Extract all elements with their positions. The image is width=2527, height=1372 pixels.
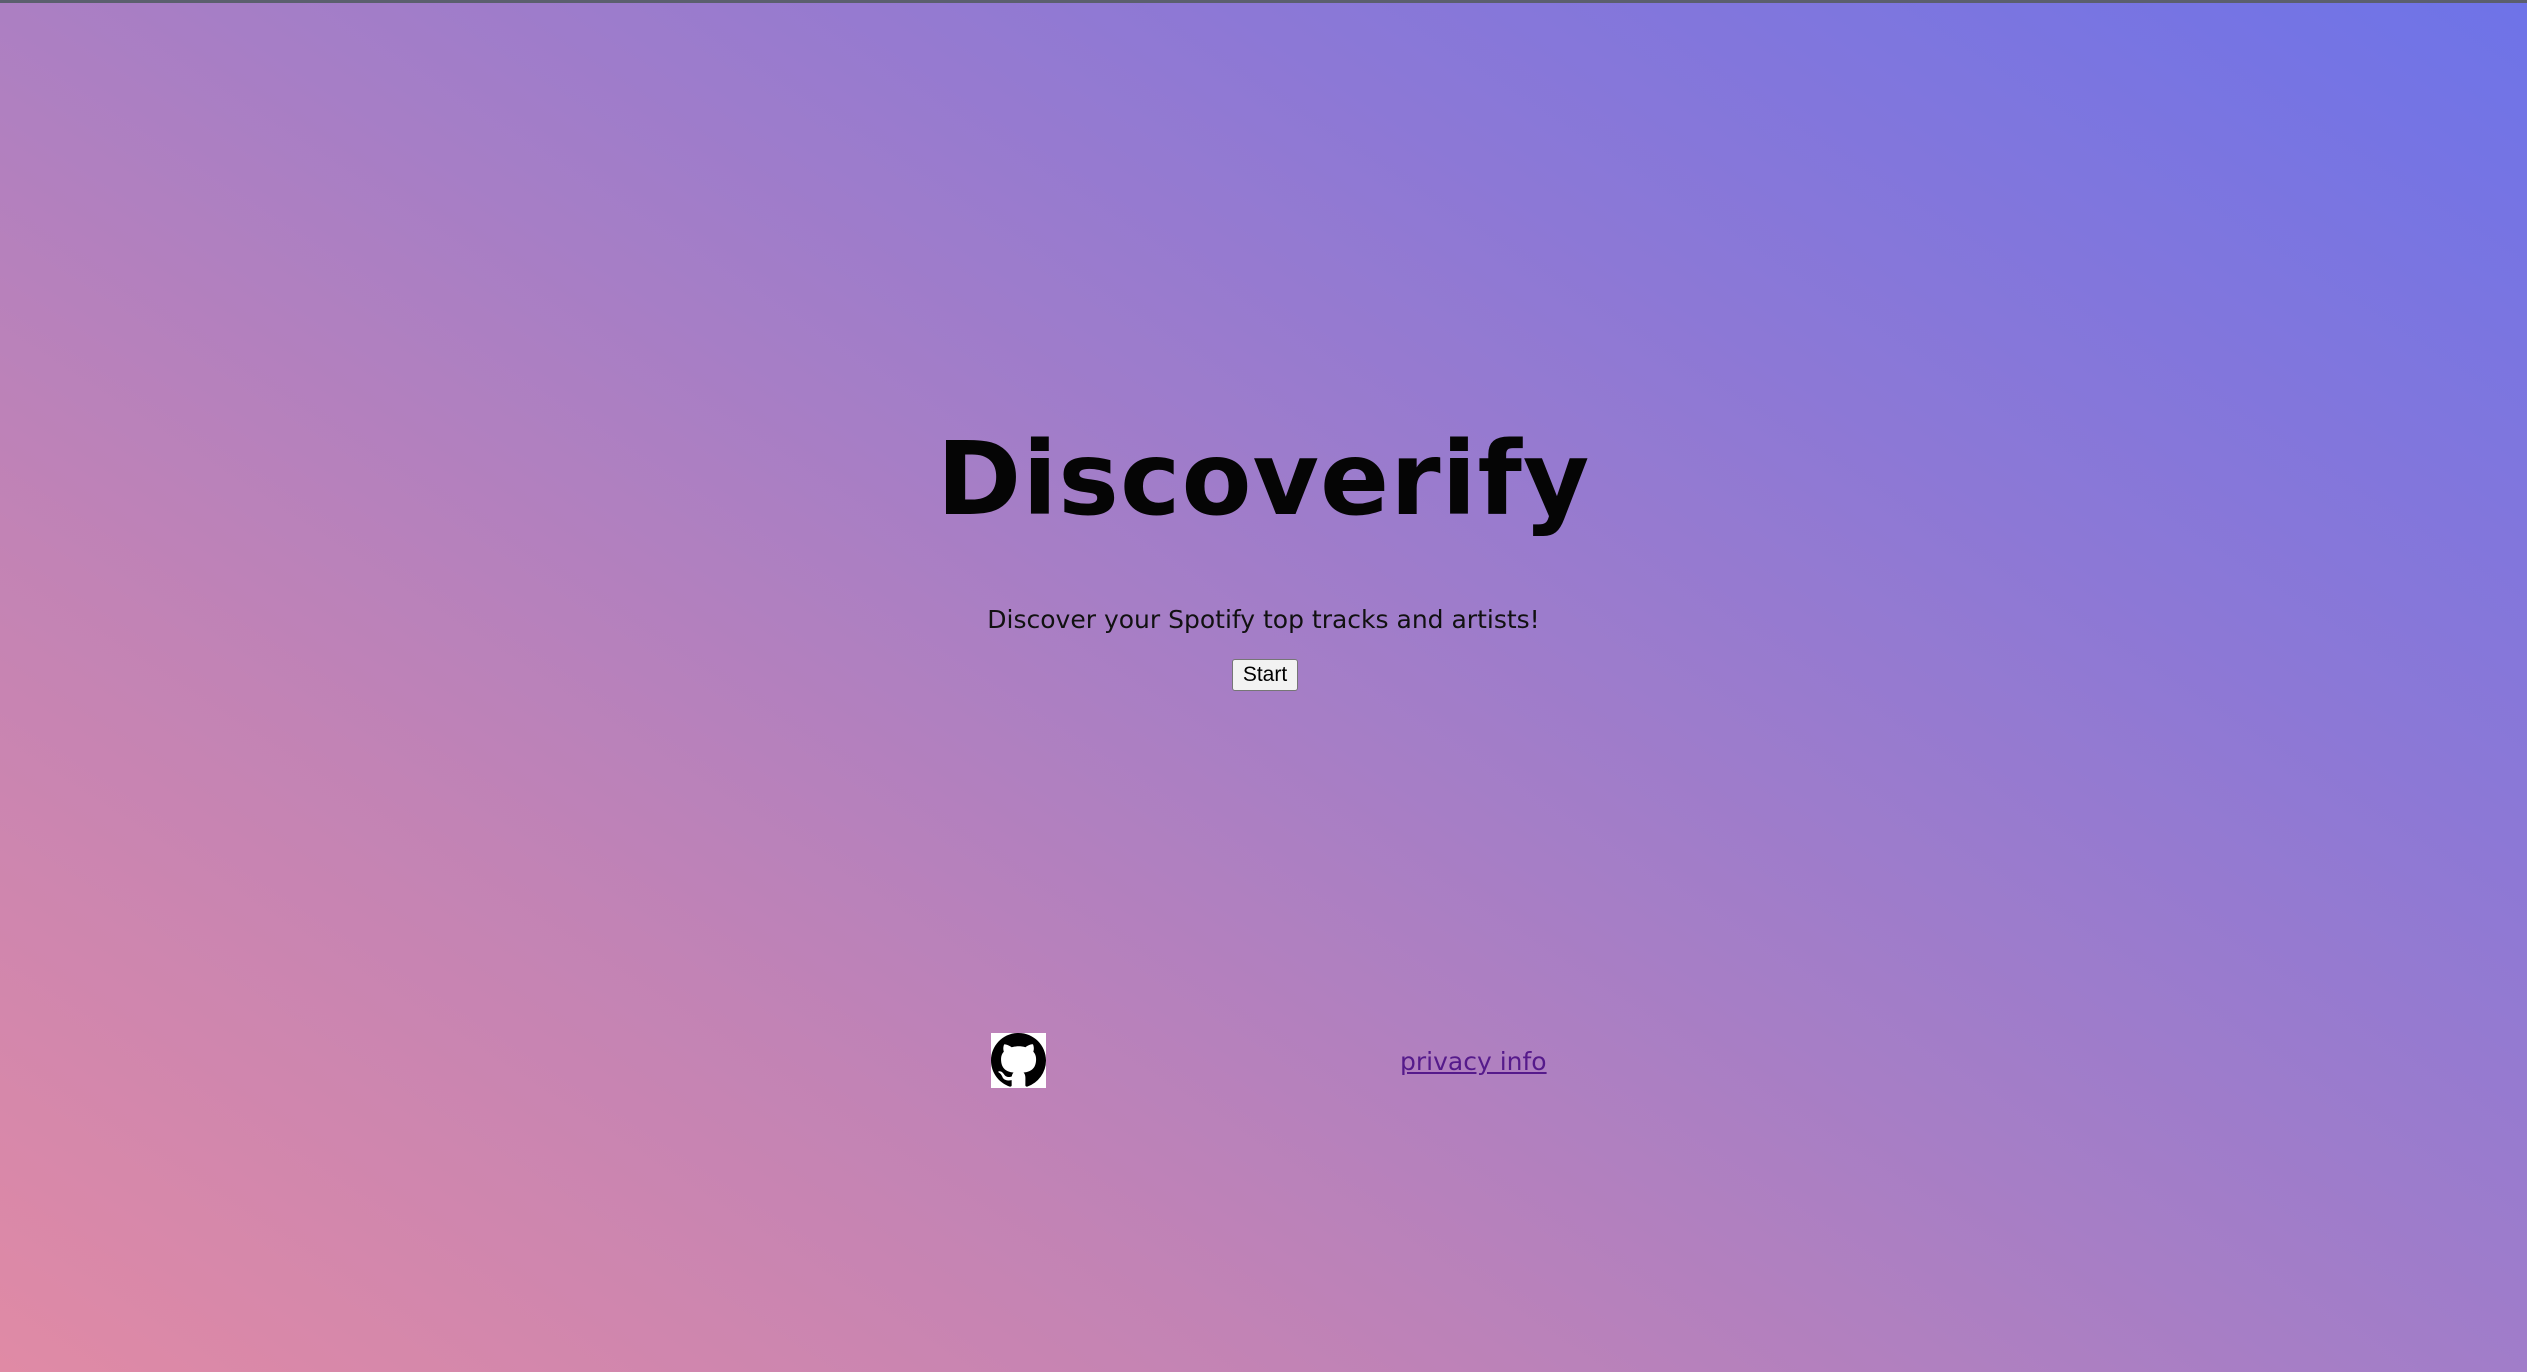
top-border: [0, 0, 2527, 3]
page-subtitle: Discover your Spotify top tracks and art…: [987, 605, 1540, 634]
page-title: Discoverify: [936, 420, 1591, 539]
github-link[interactable]: [991, 1033, 1046, 1088]
github-icon: [991, 1033, 1046, 1088]
start-button[interactable]: Start: [1232, 659, 1298, 691]
privacy-info-link[interactable]: privacy info: [1400, 1045, 1547, 1079]
